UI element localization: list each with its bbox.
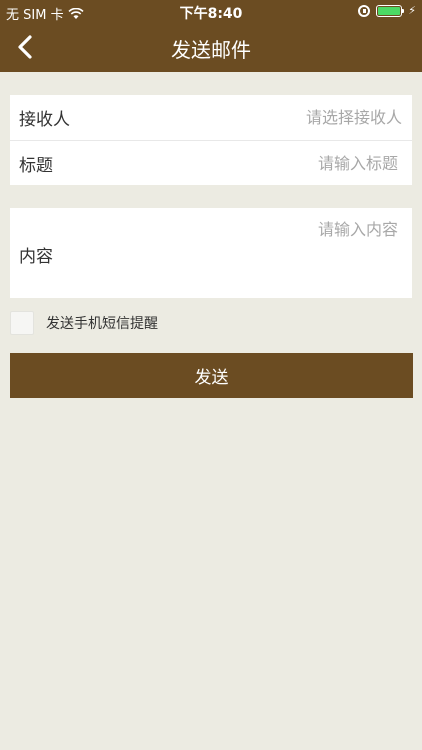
content-label: 内容 <box>19 247 53 267</box>
page-title: 发送邮件 <box>171 38 251 62</box>
charging-bolt-icon: ⚡ <box>408 4 416 17</box>
sms-reminder-checkbox[interactable] <box>10 311 34 335</box>
recipient-subject-group: 接收人 标题 <box>10 95 412 186</box>
recipient-label: 接收人 <box>19 110 70 130</box>
content-group: 内容 <box>10 208 412 298</box>
battery-level <box>378 6 401 15</box>
navigation-bar: 无 SIM 卡 下午8:40 ⚡ 发送邮件 <box>0 0 422 72</box>
subject-field[interactable] <box>198 141 398 186</box>
rotation-lock-icon <box>358 4 371 17</box>
status-right: ⚡ <box>358 4 416 17</box>
battery-icon <box>376 4 405 17</box>
sms-reminder-label: 发送手机短信提醒 <box>46 316 158 332</box>
recipient-row[interactable]: 接收人 <box>10 95 412 140</box>
subject-row: 标题 <box>10 140 412 186</box>
content-field[interactable] <box>110 216 398 290</box>
sms-reminder-row: 发送手机短信提醒 <box>10 310 158 336</box>
status-bar: 无 SIM 卡 下午8:40 ⚡ <box>0 0 422 24</box>
send-button[interactable]: 发送 <box>10 353 413 398</box>
recipient-field[interactable] <box>202 95 402 140</box>
subject-label: 标题 <box>19 155 53 176</box>
